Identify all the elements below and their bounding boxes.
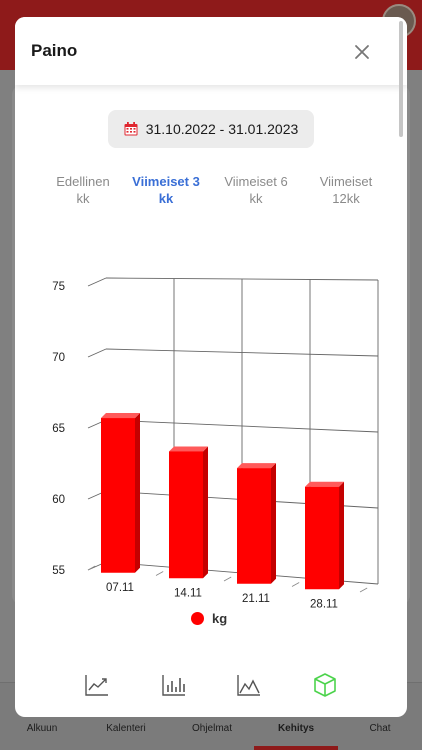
range-tab-label: Edellinen	[56, 174, 110, 189]
range-tab-previous-month[interactable]: Edellinen kk	[38, 173, 128, 207]
legend-label: kg	[212, 611, 228, 626]
date-range-label: 31.10.2022 - 31.01.2023	[145, 121, 299, 137]
x-tick-label: 28.11	[310, 598, 338, 610]
close-icon	[355, 45, 369, 59]
range-tab-label: Viimeiset 6	[224, 174, 288, 189]
range-tab-label: kk	[158, 191, 174, 206]
range-tab-last-6-months[interactable]: Viimeiset 6 kk	[211, 173, 301, 207]
bar-side	[339, 481, 344, 590]
cube-3d-icon	[314, 673, 336, 697]
range-tab-label: kk	[76, 191, 90, 206]
y-tick-label: 75	[52, 281, 65, 293]
date-range-picker[interactable]: 31.10.2022 - 31.01.2023	[108, 110, 314, 148]
range-tab-label: Viimeiset	[319, 174, 373, 189]
legend-swatch	[191, 612, 204, 625]
bar-side	[271, 463, 276, 584]
chart-type-trend-button[interactable]	[83, 672, 111, 698]
weight-modal: Paino 31.10.2022 - 31.01.2023 Edellinen …	[15, 17, 407, 717]
range-tab-last-12-months[interactable]: Viimeiset 12kk	[301, 173, 391, 207]
area-chart-icon	[237, 675, 260, 696]
bar-side	[135, 413, 140, 573]
range-tab-last-3-months[interactable]: Viimeiset 3 kk	[121, 173, 211, 207]
chart-type-3d-button[interactable]	[311, 672, 339, 698]
tab-chat[interactable]: Chat	[338, 723, 422, 734]
weight-bar-chart: 75 70 65 60 55 07.11 14.11 21.11 28.11	[52, 277, 379, 610]
range-tab-label: Viimeiset 3	[132, 174, 200, 189]
x-tick	[155, 571, 164, 576]
x-tick	[223, 576, 232, 582]
x-tick	[359, 587, 368, 593]
tab-kalenteri[interactable]: Kalenteri	[84, 723, 168, 734]
calendar-icon	[124, 122, 138, 136]
x-tick-label: 07.11	[106, 582, 134, 594]
tab-alkuun[interactable]: Alkuun	[0, 723, 84, 734]
y-tick-label: 55	[52, 565, 65, 577]
chart-type-area-button[interactable]	[235, 672, 263, 698]
bar	[101, 418, 135, 573]
bar-top	[305, 481, 344, 487]
bar-chart-icon	[162, 675, 185, 696]
gridline-depth	[87, 348, 107, 358]
y-tick-label: 70	[52, 352, 65, 364]
y-tick-label: 65	[52, 423, 65, 435]
trend-line-icon	[85, 675, 108, 696]
x-tick-label: 21.11	[242, 593, 270, 605]
scrollbar[interactable]	[399, 21, 403, 137]
bar	[169, 451, 203, 579]
x-tick-label: 14.11	[174, 587, 202, 599]
range-tab-label: 12kk	[332, 191, 360, 206]
gridline-depth	[87, 277, 107, 287]
tab-ohjelmat[interactable]: Ohjelmat	[170, 723, 254, 734]
active-tab-indicator	[254, 746, 338, 750]
bar	[237, 468, 271, 584]
modal-title: Paino	[31, 41, 78, 60]
bar-top	[101, 413, 140, 419]
y-tick-label: 60	[52, 494, 65, 506]
bar	[305, 486, 339, 590]
chart-legend: kg	[191, 611, 227, 626]
x-tick	[87, 565, 96, 571]
tab-kehitys[interactable]: Kehitys	[254, 723, 338, 734]
bar-top	[237, 463, 276, 469]
range-tab-label: kk	[249, 191, 263, 206]
bar-top	[169, 446, 208, 452]
close-button[interactable]	[349, 39, 375, 65]
chart-type-bar-button[interactable]	[160, 672, 188, 698]
modal-header: Paino	[15, 17, 407, 85]
bar-side	[203, 446, 208, 579]
x-tick	[291, 582, 300, 587]
